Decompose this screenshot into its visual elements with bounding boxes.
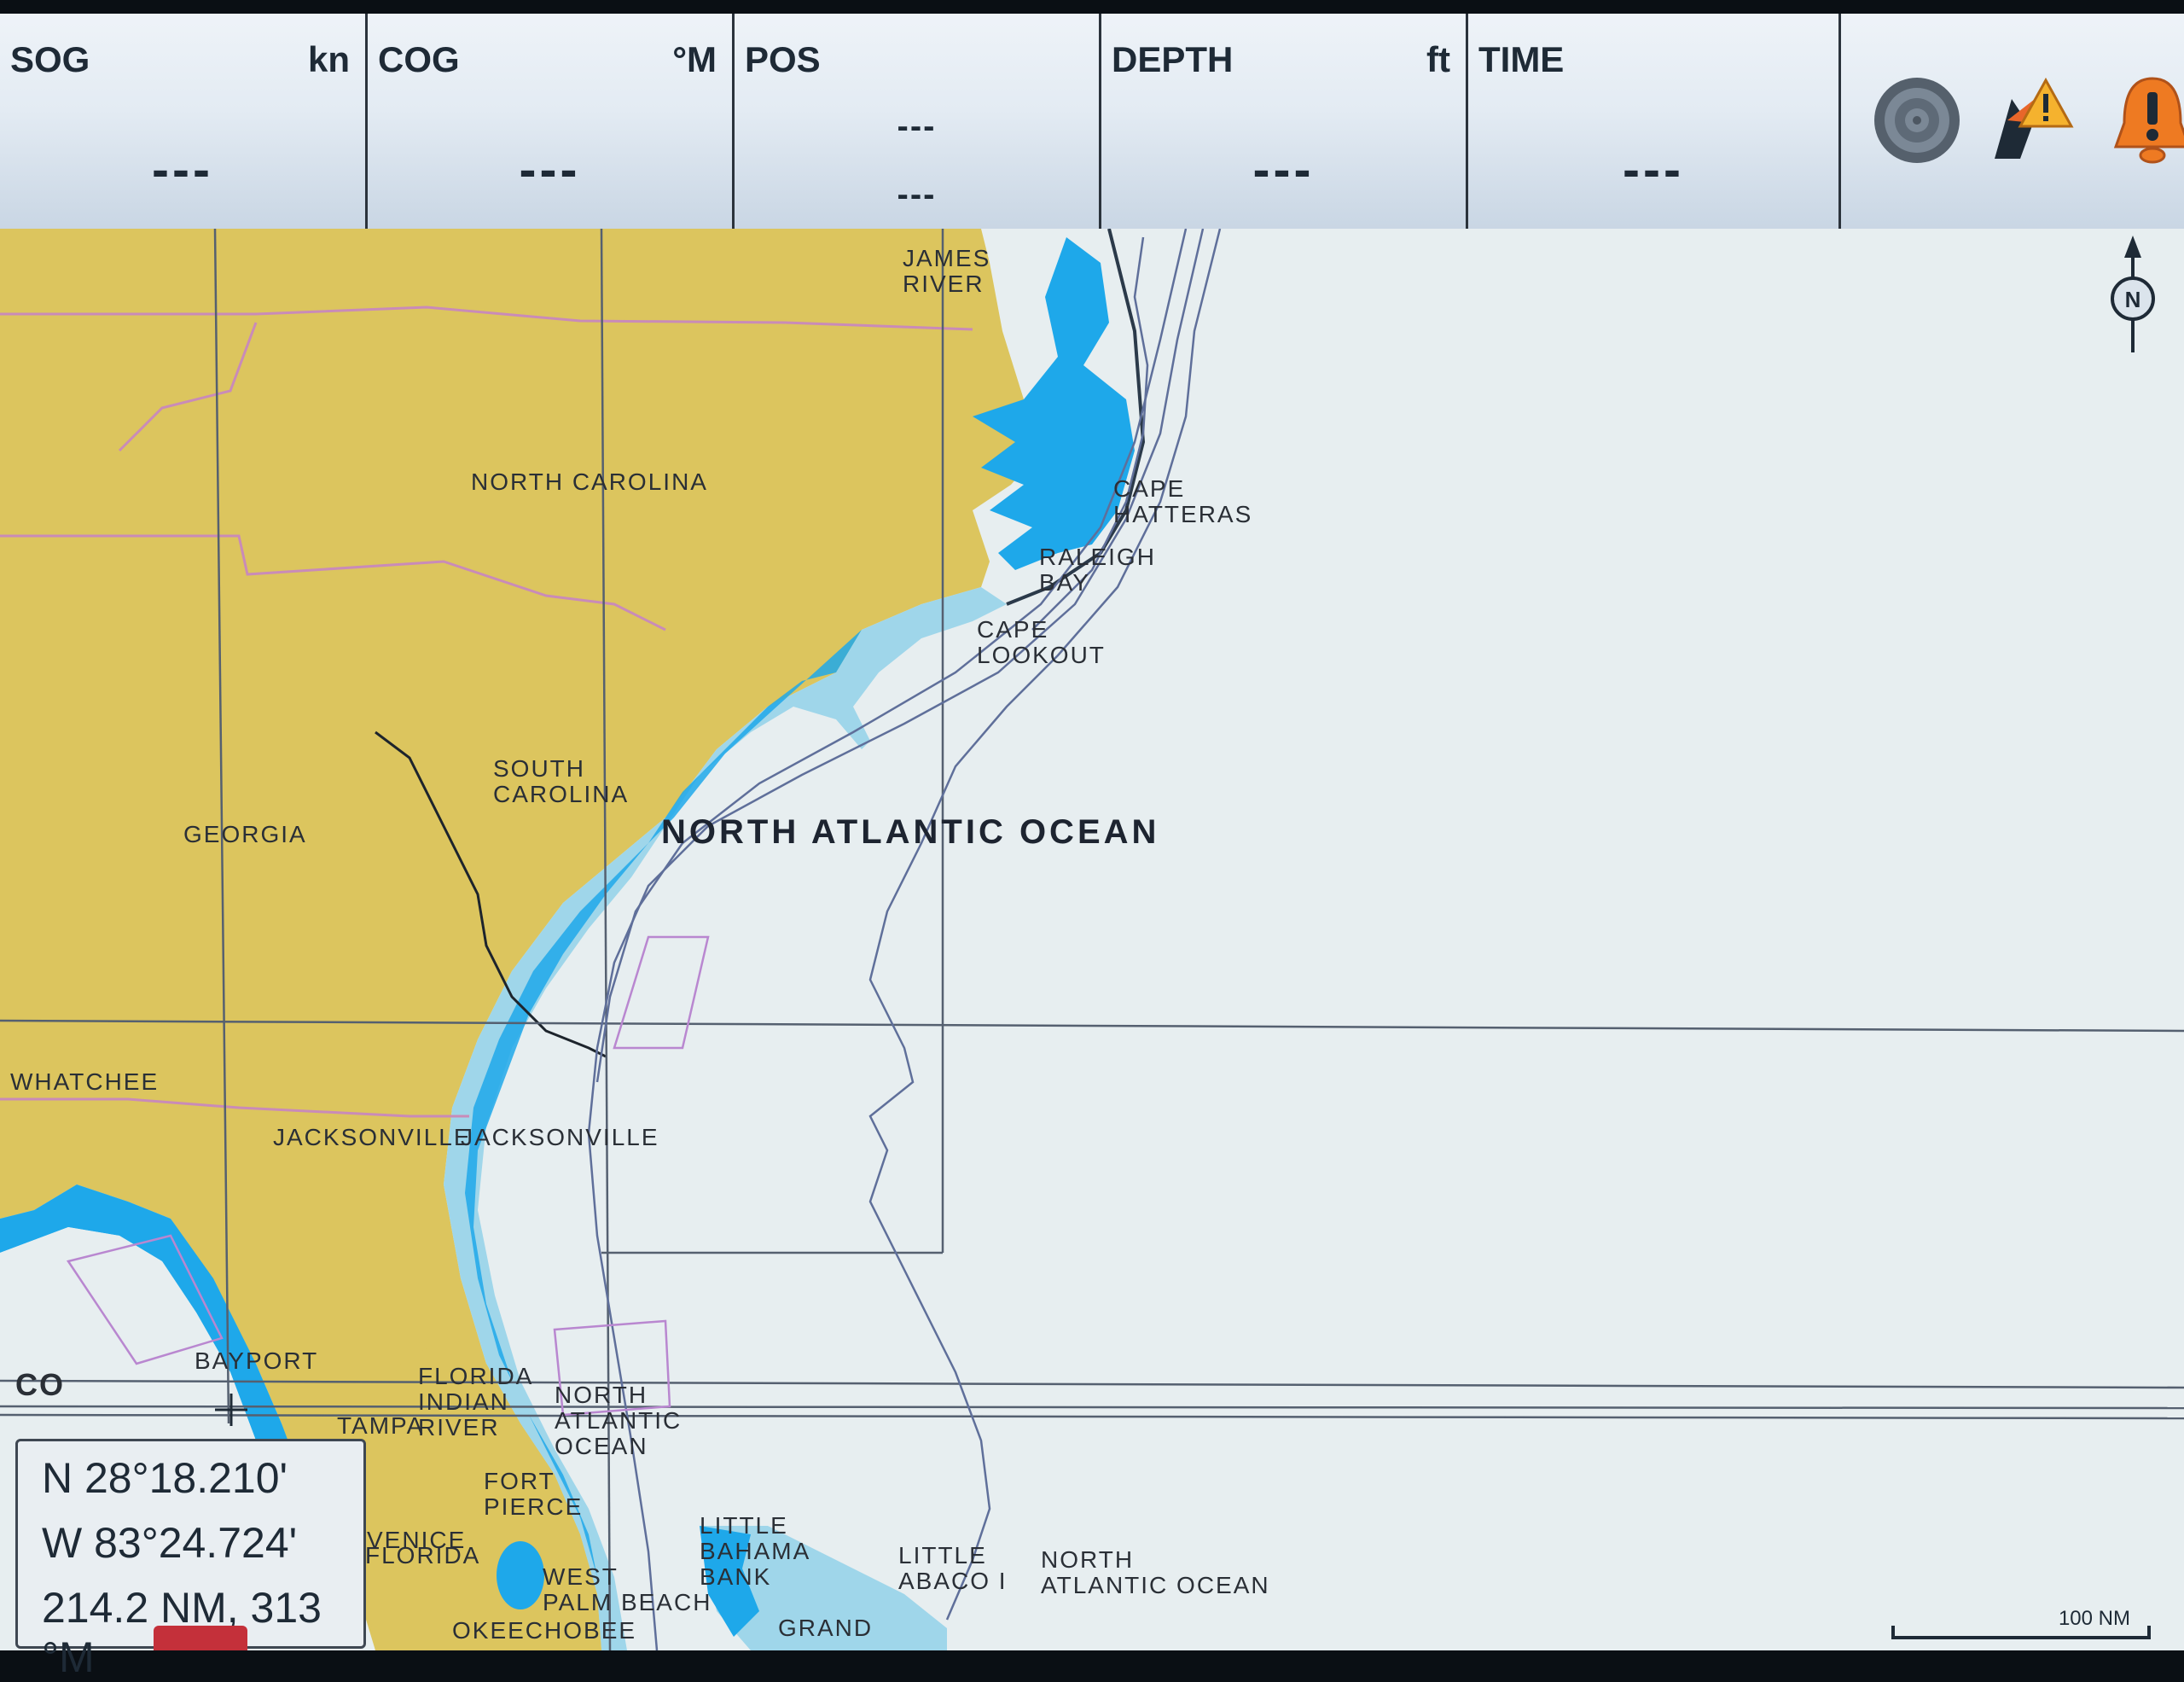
- status-icons: [1841, 14, 2184, 229]
- label-south-carolina: SOUTH CAROLINA: [493, 755, 630, 807]
- pos-lon-value: ---: [897, 176, 937, 213]
- label-bayport: BAYPORT: [195, 1347, 319, 1374]
- depth-unit: ft: [1426, 39, 1450, 79]
- sog-panel[interactable]: SOG kn ---: [0, 14, 368, 229]
- cursor-latitude: N 28°18.210': [42, 1454, 288, 1502]
- north-arrow-icon: N: [2111, 236, 2155, 352]
- label-co: CO: [15, 1367, 65, 1402]
- time-panel[interactable]: TIME ---: [1468, 14, 1841, 229]
- cog-value: ---: [519, 141, 581, 198]
- north-arrow-label: N: [2125, 287, 2141, 312]
- cursor-info-box[interactable]: N 28°18.210' W 83°24.724' 214.2 NM, 313 …: [15, 1439, 366, 1681]
- cog-panel[interactable]: COG °M ---: [368, 14, 735, 229]
- label-raleigh-bay: RALEIGH BAY: [1039, 544, 1156, 596]
- chart-canvas[interactable]: [0, 229, 2184, 1650]
- lake-okeechobee: [497, 1541, 544, 1609]
- data-bar: SOG kn --- COG °M --- POS --- --- DEPTH …: [0, 14, 2184, 231]
- label-florida-indian-river: FLORIDA INDIAN RIVER: [418, 1363, 534, 1440]
- depth-value: ---: [1252, 141, 1315, 198]
- pos-lat-value: ---: [897, 108, 937, 145]
- sog-value: ---: [152, 141, 213, 198]
- label-grand: GRAND: [778, 1615, 874, 1641]
- label-jacksonville-1: JACKSONVILLE: [273, 1124, 472, 1150]
- label-north-atlantic-ocean-se: NORTH ATLANTIC OCEAN: [1041, 1546, 1270, 1598]
- label-georgia: GEORGIA: [183, 821, 307, 847]
- label-north-atlantic-ocean-small: NORTH ATLANTIC OCEAN: [555, 1382, 682, 1459]
- scale-bar: 100 NM: [1890, 1607, 2154, 1641]
- label-okeechobee: OKEECHOBEE: [452, 1617, 637, 1644]
- cog-label: COG: [378, 39, 460, 79]
- cursor-close-tab[interactable]: [154, 1626, 247, 1650]
- nautical-chart[interactable]: JAMES RIVER NORTH CAROLINA CAPE HATTERAS R…: [0, 229, 2184, 1650]
- label-north-atlantic-ocean: NORTH ATLANTIC OCEAN: [661, 813, 1160, 851]
- label-florida: FLORIDA: [365, 1542, 481, 1569]
- alarm-warning-icon[interactable]: [1986, 73, 2080, 167]
- time-value: ---: [1623, 141, 1684, 198]
- label-west-palm-beach: WEST PALM BEACH: [543, 1563, 712, 1615]
- cog-unit: °M: [672, 39, 717, 79]
- label-little-bahama-bank: LITTLE BAHAMA BANK: [700, 1512, 811, 1590]
- label-jacksonville-2: JACKSONVILLE: [461, 1124, 659, 1150]
- label-tampa: TAMPA: [337, 1412, 425, 1439]
- depth-panel[interactable]: DEPTH ft ---: [1101, 14, 1468, 229]
- label-little-abaco: LITTLE ABACO I: [898, 1542, 1008, 1594]
- radar-target-icon[interactable]: [1870, 73, 1964, 167]
- depth-label: DEPTH: [1112, 39, 1234, 79]
- cursor-longitude: W 83°24.724': [42, 1519, 298, 1567]
- label-cape-hatteras: CAPE HATTERAS: [1113, 475, 1253, 527]
- scale-line: [1891, 1626, 2151, 1639]
- sog-unit: kn: [307, 39, 350, 79]
- label-james-river: JAMES RIVER: [903, 245, 991, 297]
- sog-label: SOG: [10, 39, 90, 79]
- label-north-carolina: NORTH CAROLINA: [471, 469, 708, 495]
- north-arrow[interactable]: N: [2107, 229, 2158, 357]
- alert-bell-icon[interactable]: [2106, 73, 2184, 167]
- label-cape-lookout: CAPE LOOKOUT: [977, 616, 1106, 668]
- time-label: TIME: [1478, 39, 1565, 79]
- pos-panel[interactable]: POS --- ---: [735, 14, 1101, 229]
- label-fort-pierce: FORT PIERCE: [484, 1468, 584, 1520]
- label-whatchee: WHATCHEE: [10, 1068, 160, 1095]
- pos-label: POS: [745, 39, 821, 79]
